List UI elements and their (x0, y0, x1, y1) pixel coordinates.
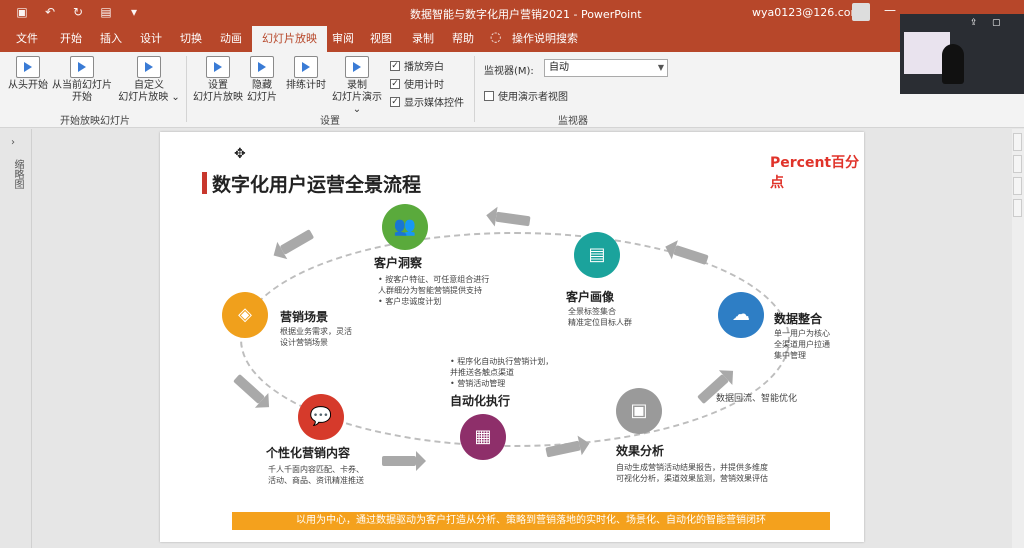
chat-bubble-icon: 💬 (298, 394, 344, 440)
feedback-label: 数据回流、智能优化 (716, 394, 798, 404)
checkmark-icon: ✓ (390, 60, 400, 71)
from-start-button[interactable]: 从头开始 (8, 56, 48, 92)
users-icon: 👥 (382, 204, 428, 250)
node-desc-portrait: 全景标签集合 精准定位目标人群 (568, 307, 632, 327)
ribbon-separator (186, 56, 187, 122)
minimize-icon[interactable]: — (884, 3, 896, 17)
powerpoint-window: ▣ ↶ ↻ ▤ ▾ 数据智能与数字化用户营销2021 - PowerPoint … (0, 0, 1024, 548)
document-title: 数据智能与数字化用户营销2021 - PowerPoint (410, 8, 642, 21)
tab-slideshow[interactable]: 幻灯片放映 (252, 26, 327, 52)
hide-slide-icon (250, 56, 274, 78)
webcam-overlay: ⇪ ▢ (900, 14, 1024, 94)
node-title-effect: 效果分析 (616, 444, 665, 458)
title-bar: ▣ ↶ ↻ ▤ ▾ 数据智能与数字化用户营销2021 - PowerPoint … (0, 0, 1024, 26)
node-title-insight: 客户洞察 (374, 256, 423, 270)
ribbon-tabs: 文件 开始 插入 设计 切换 动画 幻灯片放映 审阅 视图 录制 帮助 ◌ 操作… (0, 26, 1024, 52)
node-title-content: 个性化营销内容 (266, 446, 351, 460)
node-desc-automation: • 程序化自动执行营销计划， 并推送各触点渠道 • 营销活动管理 (450, 357, 554, 388)
show-media-controls-checkbox[interactable]: ✓ 显示媒体控件 (390, 94, 464, 109)
thumbnail-pane[interactable]: › 缩略图 (0, 129, 32, 548)
record-slideshow-button[interactable]: 录制 幻灯片演示 ⌄ (328, 56, 386, 116)
tab-view[interactable]: 视图 (368, 26, 394, 52)
webcam-presenter (942, 44, 964, 84)
lightbulb-icon: ◌ (490, 30, 502, 45)
ribbon-separator (474, 56, 475, 122)
tab-insert[interactable]: 插入 (98, 26, 124, 52)
group-label-start: 开始放映幻灯片 (60, 116, 130, 127)
timer-icon (294, 56, 318, 78)
custom-slideshow-button[interactable]: 自定义 幻灯片放映 ⌄ (118, 56, 180, 104)
slide-title: 数字化用户运营全景流程 (212, 174, 422, 196)
flow-arrow (279, 229, 315, 255)
chevron-right-icon[interactable]: › (11, 137, 15, 148)
setup-slideshow-button[interactable]: 设置 幻灯片放映 (192, 56, 244, 104)
checkmark-icon: ✓ (390, 96, 400, 107)
brand-logo: Percent百分点 (770, 155, 860, 191)
record-icon (345, 56, 369, 78)
thumbnail-pane-label: 缩略图 (12, 159, 23, 189)
node-title-automation: 自动化执行 (450, 394, 511, 408)
quick-access-toolbar: ▣ ↶ ↻ ▤ ▾ (14, 4, 142, 20)
flow-arrow (382, 451, 426, 471)
tab-animations[interactable]: 动画 (218, 26, 244, 52)
node-desc-effect: 自动生成营销活动结果报告，并提供多维度 可视化分析，渠道效果监测，营销效果评估 (616, 463, 768, 483)
rehearse-timings-button[interactable]: 排练计时 (284, 56, 328, 92)
summary-banner: 以用为中心，通过数据驱动为客户打造从分析、策略到营销落地的实时化、场景化、自动化… (232, 512, 830, 530)
presenter-view-checkbox[interactable]: 使用演示者视图 (484, 88, 568, 103)
avatar[interactable] (852, 3, 870, 21)
redo-icon[interactable]: ↻ (70, 4, 86, 20)
share-icon[interactable]: ⇪ (970, 18, 978, 28)
tell-me-search[interactable]: 操作说明搜索 (510, 26, 580, 52)
tab-design[interactable]: 设计 (138, 26, 164, 52)
play-current-icon (70, 56, 94, 78)
node-title-integration: 数据整合 (774, 312, 823, 326)
custom-show-icon (137, 56, 161, 78)
use-timings-checkbox[interactable]: ✓ 使用计时 (390, 76, 444, 91)
tab-home[interactable]: 开始 (58, 26, 84, 52)
account-email[interactable]: wya0123@126.com (752, 6, 861, 19)
monitor-label: 监视器(M): (484, 66, 534, 77)
group-label-setup: 设置 (320, 116, 340, 127)
presentation-chart-icon: ▣ (616, 388, 662, 434)
tab-file[interactable]: 文件 (14, 26, 40, 52)
hide-slide-button[interactable]: 隐藏 幻灯片 (246, 56, 278, 104)
tab-transitions[interactable]: 切换 (178, 26, 204, 52)
present-icon[interactable]: ▤ (98, 4, 114, 20)
box-icon: ◈ (222, 292, 268, 338)
monitor-select[interactable]: 自动 ▼ (544, 59, 668, 77)
slide-canvas[interactable]: 数字化用户运营全景流程 Percent百分点 👥 客户洞察 • 按客户特征、可任… (160, 132, 864, 542)
node-title-portrait: 客户画像 (566, 290, 615, 304)
checkmark-icon: ✓ (390, 78, 400, 89)
play-icon (16, 56, 40, 78)
title-accent-bar (202, 172, 207, 194)
calendar-check-icon: ▦ (460, 414, 506, 460)
play-narration-checkbox[interactable]: ✓ 播放旁白 (390, 58, 444, 73)
node-desc-integration: 单一用户为核心 全渠道用户拉通 集中管理 (774, 329, 830, 360)
undo-icon[interactable]: ↶ (42, 4, 58, 20)
more-icon[interactable]: ▾ (126, 4, 142, 20)
cloud-icon: ☁ (718, 292, 764, 338)
tab-review[interactable]: 审阅 (330, 26, 356, 52)
save-icon[interactable]: ▣ (14, 4, 30, 20)
expand-icon[interactable]: ▢ (992, 18, 1001, 28)
node-desc-insight: • 按客户特征、可任意组合进行 人群细分为智能营销提供支持 • 客户忠诚度计划 (378, 275, 490, 306)
id-card-icon: ▤ (574, 232, 620, 278)
node-desc-scene: 根据业务需求，灵活 设计营销场景 (280, 327, 352, 347)
move-cursor-icon: ✥ (234, 146, 246, 162)
flow-arrow (495, 211, 531, 227)
group-label-monitor: 监视器 (558, 116, 588, 127)
chevron-down-icon: ▼ (657, 63, 664, 72)
setup-icon (206, 56, 230, 78)
node-title-scene: 营销场景 (280, 310, 329, 324)
ribbon: 从头开始 从当前幻灯片 开始 自定义 幻灯片放映 ⌄ 开始放映幻灯片 设置 幻灯… (0, 52, 1024, 128)
tab-help[interactable]: 帮助 (450, 26, 476, 52)
node-desc-content: 千人千面内容匹配、卡券、 活动、商品、资讯精准推送 (268, 465, 364, 485)
from-current-button[interactable]: 从当前幻灯片 开始 (52, 56, 112, 104)
vertical-scrollbar[interactable] (1012, 129, 1024, 548)
tab-record[interactable]: 录制 (410, 26, 436, 52)
